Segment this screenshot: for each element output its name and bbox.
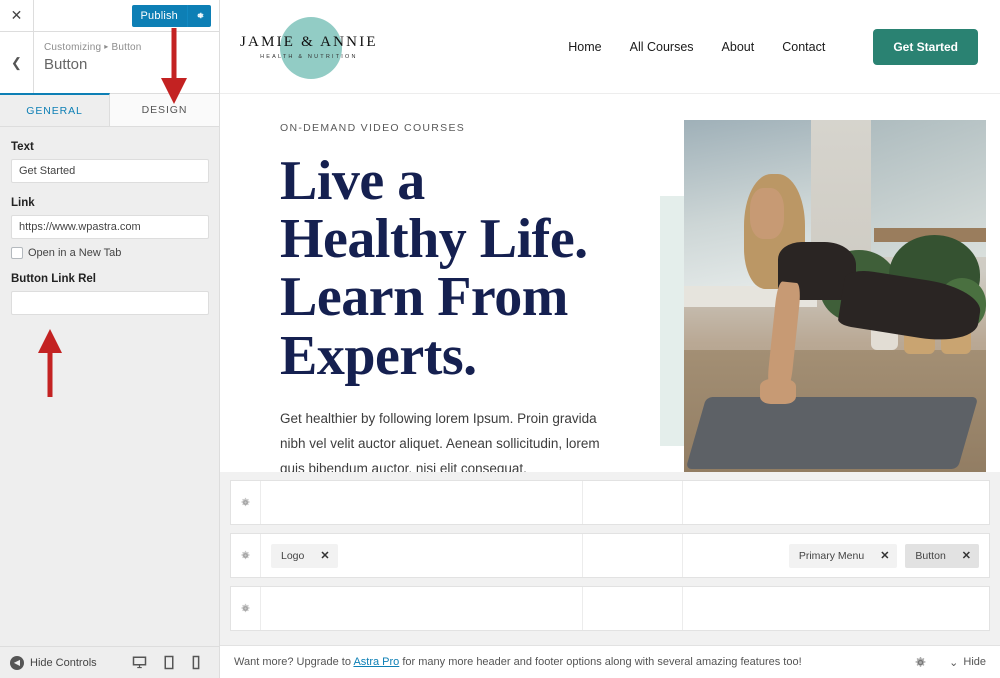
promo-text-after: for many more header and footer options … xyxy=(399,656,802,668)
builder-item-label: Primary Menu xyxy=(798,549,865,562)
hero-content: ON-DEMAND VIDEO COURSES Live a Healthy L… xyxy=(280,120,640,472)
nav-item-contact[interactable]: Contact xyxy=(782,40,825,54)
promo-text-before: Want more? Upgrade to xyxy=(234,656,354,668)
upgrade-promo-bar: Want more? Upgrade to Astra Pro for many… xyxy=(220,645,1000,678)
hide-controls-button[interactable]: ◀ Hide Controls xyxy=(10,655,97,670)
gear-icon[interactable] xyxy=(187,4,211,27)
tab-general[interactable]: GENERAL xyxy=(0,93,110,126)
breadcrumb-current: Button xyxy=(111,42,142,53)
customizer-app: ✕ Publish ❮ Customizing▸Button Button xyxy=(0,0,1000,678)
builder-zone-left[interactable] xyxy=(261,481,583,524)
text-input[interactable] xyxy=(11,159,209,183)
gear-icon[interactable] xyxy=(914,656,927,669)
publish-button[interactable]: Publish xyxy=(131,4,187,27)
close-icon[interactable]: ✕ xyxy=(320,549,329,562)
hero-media xyxy=(660,120,986,472)
hero-section: ON-DEMAND VIDEO COURSES Live a Healthy L… xyxy=(220,94,1000,472)
hero-heading-line-4: Experts. xyxy=(280,324,477,387)
builder-item-button[interactable]: Button ✕ xyxy=(905,543,979,568)
customizer-panel: ✕ Publish ❮ Customizing▸Button Button xyxy=(0,0,220,678)
customizer-controls: Text Link Open in a New Tab Button Link … xyxy=(0,127,219,646)
hero-image xyxy=(684,120,986,472)
new-tab-row[interactable]: Open in a New Tab xyxy=(11,247,208,259)
close-icon[interactable]: ✕ xyxy=(962,549,971,562)
publish-group: Publish xyxy=(131,4,211,27)
close-icon[interactable]: ✕ xyxy=(0,0,34,31)
breadcrumb: Customizing ▸ Button xyxy=(44,42,142,53)
builder-zone-right[interactable] xyxy=(683,587,989,630)
button-link-rel-input[interactable] xyxy=(11,291,209,315)
hero-heading-line-1: Live a xyxy=(280,150,425,212)
collapse-left-icon: ◀ xyxy=(10,655,24,670)
header-get-started-button[interactable]: Get Started xyxy=(873,28,978,65)
builder-item-label: Button xyxy=(915,549,946,562)
new-tab-label: Open in a New Tab xyxy=(28,247,122,259)
arrow-down-to-design-tab xyxy=(159,26,189,106)
promo-actions: ⌄ Hide xyxy=(914,656,986,669)
tablet-icon[interactable] xyxy=(163,655,175,670)
builder-item-label: Logo xyxy=(281,549,305,562)
builder-zone-center[interactable] xyxy=(583,481,683,524)
nav-item-home[interactable]: Home xyxy=(568,40,601,54)
desktop-icon[interactable] xyxy=(132,655,147,670)
builder-zone-right[interactable] xyxy=(683,481,989,524)
gear-icon[interactable] xyxy=(231,587,261,630)
mobile-icon[interactable] xyxy=(191,655,201,670)
device-preview-group xyxy=(132,655,209,670)
site-logo[interactable]: JAMIE & ANNIE HEALTH & NUTRITION xyxy=(232,11,392,83)
builder-zone-left[interactable] xyxy=(261,587,583,630)
gear-icon[interactable] xyxy=(231,534,261,577)
new-tab-checkbox[interactable] xyxy=(11,247,23,259)
astra-pro-link[interactable]: Astra Pro xyxy=(353,656,399,668)
primary-menu: Home All Courses About Contact Get Start… xyxy=(568,28,978,65)
close-icon[interactable]: ✕ xyxy=(880,549,889,562)
nav-item-all-courses[interactable]: All Courses xyxy=(630,40,694,54)
page-title: Button xyxy=(44,56,88,73)
builder-zone-left[interactable]: Logo ✕ xyxy=(261,534,583,577)
hide-controls-label: Hide Controls xyxy=(30,656,97,669)
nav-item-about[interactable]: About xyxy=(722,40,755,54)
builder-zone-center[interactable] xyxy=(583,534,683,577)
hero-eyebrow: ON-DEMAND VIDEO COURSES xyxy=(280,122,466,134)
logo-text: JAMIE & ANNIE HEALTH & NUTRITION xyxy=(232,34,378,60)
button-link-rel-label: Button Link Rel xyxy=(11,273,96,285)
text-field-label: Text xyxy=(11,141,34,153)
hero-heading: Live a Healthy Life. Learn From Experts. xyxy=(280,152,640,385)
gear-icon[interactable] xyxy=(231,481,261,524)
customizer-titles: Customizing ▸ Button Button xyxy=(34,32,142,93)
chevron-left-icon[interactable]: ❮ xyxy=(0,32,34,93)
hero-paragraph: Get healthier by following lorem Ipsum. … xyxy=(280,410,600,472)
hero-heading-line-2: Healthy Life. xyxy=(280,208,588,271)
breadcrumb-separator: ▸ xyxy=(104,42,109,51)
arrow-up-to-button-link-rel xyxy=(36,327,64,399)
builder-row-below-header xyxy=(230,586,990,631)
hero-heading-line-3: Learn From xyxy=(280,266,568,329)
chevron-down-icon: ⌄ xyxy=(949,656,959,669)
promo-message: Want more? Upgrade to Astra Pro for many… xyxy=(234,656,802,668)
breadcrumb-root[interactable]: Customizing xyxy=(44,42,101,53)
link-field-label: Link xyxy=(11,197,35,209)
builder-zone-center[interactable] xyxy=(583,587,683,630)
logo-tagline: HEALTH & NUTRITION xyxy=(260,53,358,60)
site-preview-frame: JAMIE & ANNIE HEALTH & NUTRITION Home Al… xyxy=(220,0,1000,472)
builder-item-primary-menu[interactable]: Primary Menu ✕ xyxy=(788,543,898,568)
builder-item-logo[interactable]: Logo ✕ xyxy=(271,543,338,568)
hide-label: Hide xyxy=(963,656,986,668)
logo-name: JAMIE & ANNIE xyxy=(240,33,378,50)
builder-row-above-header xyxy=(230,480,990,525)
site-header: JAMIE & ANNIE HEALTH & NUTRITION Home Al… xyxy=(220,0,1000,94)
header-builder: Logo ✕ Primary Menu ✕ Button ✕ xyxy=(220,472,1000,645)
builder-row-primary-header: Logo ✕ Primary Menu ✕ Button ✕ xyxy=(230,533,990,578)
customizer-footer: ◀ Hide Controls xyxy=(0,646,219,678)
link-input[interactable] xyxy=(11,215,209,239)
builder-zone-right[interactable]: Primary Menu ✕ Button ✕ xyxy=(683,534,989,577)
preview-area: JAMIE & ANNIE HEALTH & NUTRITION Home Al… xyxy=(220,0,1000,678)
hide-builder-button[interactable]: ⌄ Hide xyxy=(949,656,986,669)
